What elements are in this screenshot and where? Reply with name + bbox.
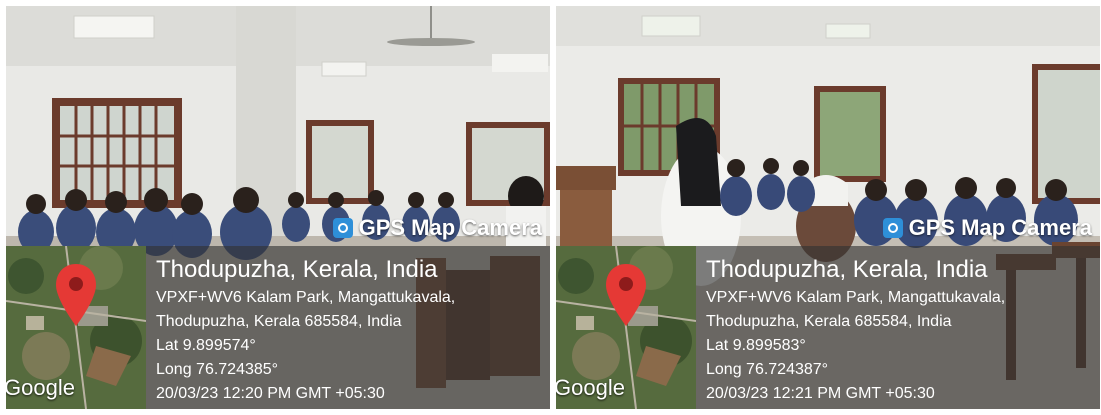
location-title: Thodupuzha, Kerala, India <box>156 256 438 283</box>
address-line-1: VPXF+WV6 Kalam Park, Mangattukavala, <box>706 289 1006 306</box>
classroom-photo-right: GPS Map Camera Google Thodupuzha, Kerala… <box>556 6 1100 409</box>
location-overlay: Google Thodupuzha, Kerala, India VPXF+WV… <box>6 246 550 409</box>
satellite-map-thumbnail: Google <box>6 246 146 409</box>
google-logo: Google <box>6 375 75 400</box>
location-info: Thodupuzha, Kerala, India VPXF+WV6 Kalam… <box>706 254 1005 406</box>
gps-map-camera-icon <box>332 218 353 238</box>
latitude: Lat 9.899574° <box>156 337 256 354</box>
timestamp: 20/03/23 12:21 PM GMT +05:30 <box>706 385 935 402</box>
photo-collage: GPS Map Camera Google Thodupuzha, Kerala… <box>0 0 1101 415</box>
gps-map-camera-label: GPS Map Camera <box>875 210 1100 246</box>
latitude: Lat 9.899583° <box>706 337 806 354</box>
location-title: Thodupuzha, Kerala, India <box>706 256 988 283</box>
google-logo: Google <box>556 375 625 400</box>
location-info: Thodupuzha, Kerala, India VPXF+WV6 Kalam… <box>156 254 455 406</box>
longitude: Long 76.724387° <box>706 361 829 378</box>
location-overlay: Google Thodupuzha, Kerala, India VPXF+WV… <box>556 246 1100 409</box>
map-pin-icon <box>606 264 646 326</box>
address-line-2: Thodupuzha, Kerala 685584, India <box>156 313 402 330</box>
timestamp: 20/03/23 12:20 PM GMT +05:30 <box>156 385 385 402</box>
app-name: GPS Map Camera <box>358 215 542 240</box>
app-name: GPS Map Camera <box>908 215 1092 240</box>
map-pin-icon <box>56 264 96 326</box>
gps-map-camera-label: GPS Map Camera <box>325 210 550 246</box>
satellite-map-thumbnail: Google <box>556 246 696 409</box>
gps-map-camera-icon <box>882 218 903 238</box>
address-line-1: VPXF+WV6 Kalam Park, Mangattukavala, <box>156 289 456 306</box>
classroom-photo-left: GPS Map Camera Google Thodupuzha, Kerala… <box>6 6 550 409</box>
longitude: Long 76.724385° <box>156 361 279 378</box>
address-line-2: Thodupuzha, Kerala 685584, India <box>706 313 952 330</box>
